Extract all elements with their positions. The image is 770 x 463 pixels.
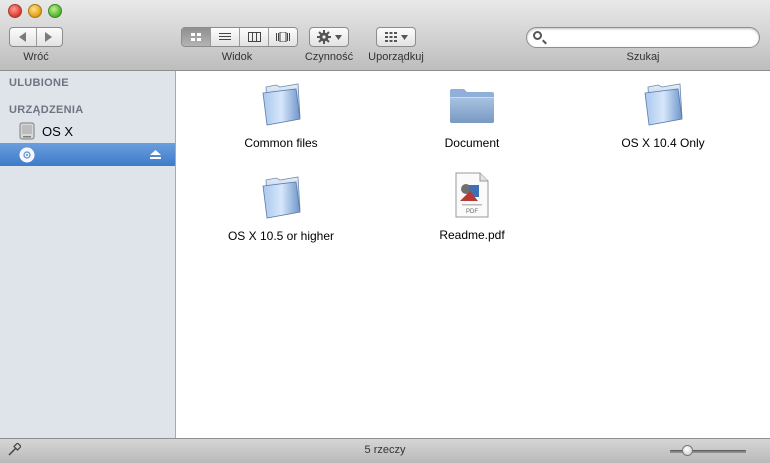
view-label: Widok [221,51,253,63]
finder-window: Wróć Widok Czynność Uporządkuj Szukaj UL… [0,0,770,463]
back-label: Wróć [23,51,49,63]
column-view-button[interactable] [239,28,268,46]
search-field[interactable] [526,27,760,48]
item-count: 5 rzeczy [364,444,406,456]
minimize-button[interactable] [28,4,42,18]
file-item[interactable]: OS X 10.5 or higher [191,174,371,243]
icon-view-button[interactable] [182,28,210,46]
folder-icon [644,83,683,126]
eject-icon[interactable] [150,150,161,159]
file-item[interactable]: PDF Readme.pdf [382,171,562,242]
sidebar-item-os-x[interactable]: OS X [0,120,175,142]
slider-knob[interactable] [681,445,693,456]
close-button[interactable] [8,4,22,18]
file-name: Readme.pdf [439,228,505,242]
file-name: Common files [244,136,318,150]
file-name: Document [444,136,500,150]
pdf-file-icon: PDF [455,172,489,218]
action-button[interactable] [309,27,349,47]
folder-icon [262,176,301,219]
file-item[interactable]: Document [382,81,562,150]
sidebar: ULUBIONE URZĄDZENIA OS X [0,71,176,438]
back-forward-control [9,27,63,47]
arrange-button[interactable] [376,27,416,47]
svg-text:PDF: PDF [466,209,478,215]
file-item[interactable]: OS X 10.4 Only [573,81,753,150]
hard-drive-icon [19,122,35,140]
arrange-grid-icon [384,32,397,42]
file-name: OS X 10.4 Only [621,136,705,150]
column-view-icon [247,32,261,42]
search-label: Szukaj [626,51,660,63]
forward-arrow-icon [45,32,53,42]
back-button[interactable] [10,28,37,46]
arrange-label: Uporządkuj [368,51,424,63]
icon-view-icon [191,33,201,41]
search-icon [533,31,542,40]
sidebar-header-devices: URZĄDZENIA [9,104,84,116]
zoom-button[interactable] [48,4,62,18]
chevron-down-icon [334,34,342,40]
actions-label: Czynność [304,51,354,63]
forward-button[interactable] [37,28,63,46]
view-segmented-control [181,27,298,47]
sidebar-item-label: OS X [42,123,74,139]
file-name: OS X 10.5 or higher [227,229,335,243]
disc-icon [19,147,35,162]
gear-icon [316,30,331,44]
list-view-icon [219,33,231,40]
cover-flow-button[interactable] [268,28,297,46]
sidebar-header-favorites: ULUBIONE [9,77,69,89]
file-browser: Common files Document OS X 10.4 Only OS … [176,71,770,438]
folder-icon [450,89,494,123]
cover-flow-icon [276,32,290,42]
search-input[interactable] [549,30,753,47]
status-bar: 5 rzeczy [0,438,770,463]
folder-icon [262,83,301,126]
file-item[interactable]: Common files [191,81,371,150]
back-arrow-icon [18,32,26,42]
toolbar: Wróć Widok Czynność Uporządkuj Szukaj [0,0,770,71]
chevron-down-icon [400,34,408,40]
sidebar-item-disc[interactable] [0,143,175,166]
list-view-button[interactable] [210,28,239,46]
